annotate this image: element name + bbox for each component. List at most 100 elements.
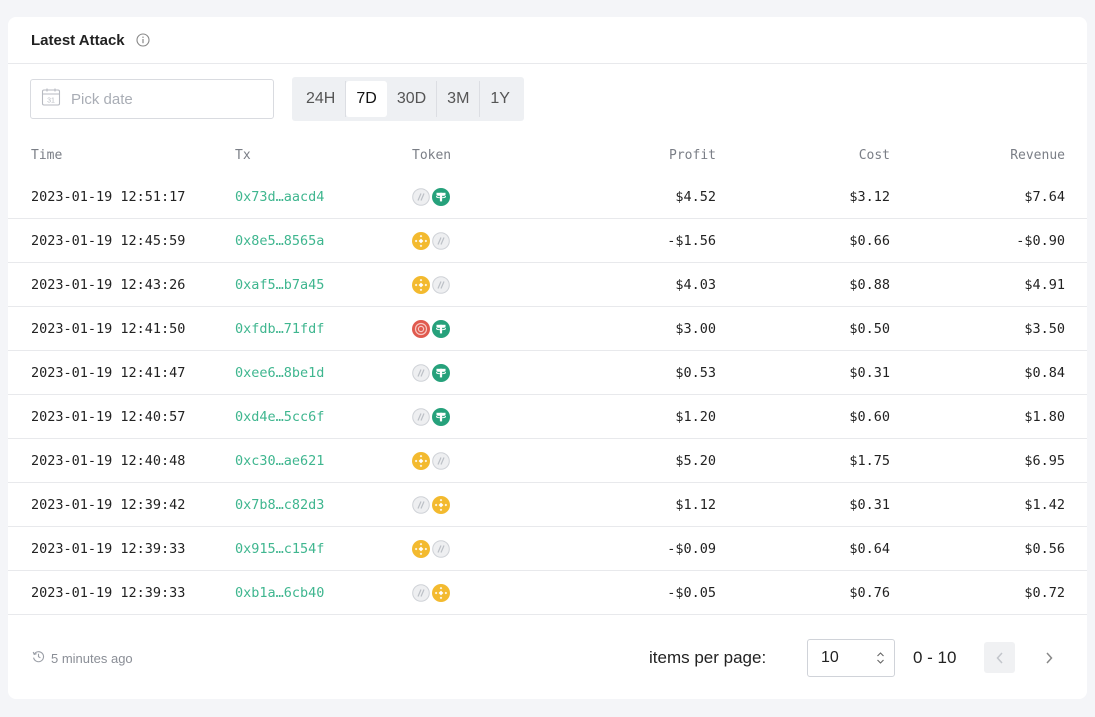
chevron-right-icon (1045, 651, 1053, 664)
cell-cost: $0.66 (849, 232, 890, 249)
page-range: 0 - 10 (913, 648, 957, 667)
cell-tx-link[interactable]: 0xc30…ae621 (235, 453, 412, 469)
table-row: 2023-01-19 12:39:33 0x915…c154f -$0.09 $0.6… (8, 527, 1087, 571)
calendar-day: 31 (47, 97, 55, 104)
updated-text: 5 minutes ago (51, 650, 133, 666)
cell-cost: $0.31 (849, 496, 890, 513)
token-generic-icon (412, 407, 430, 426)
range-1y-button[interactable]: 1Y (480, 81, 520, 117)
token-generic-icon (432, 275, 450, 294)
info-icon[interactable] (136, 33, 150, 47)
cell-tx-link[interactable]: 0x73d…aacd4 (235, 189, 412, 205)
cell-time: 2023-01-19 12:41:47 (31, 364, 186, 381)
latest-attack-card: Latest Attack 31 24H 7D 30D 3M 1Y Time T… (8, 17, 1087, 699)
cell-revenue: -$0.90 (1016, 232, 1065, 249)
usdt-icon (432, 187, 450, 206)
usdt-icon (432, 407, 450, 426)
col-cost: Cost (858, 147, 890, 163)
table-header: Time Tx Token Profit Cost Revenue (8, 135, 1087, 175)
bnb-icon (412, 231, 430, 250)
date-picker[interactable]: 31 (30, 79, 274, 119)
cell-tokens (412, 319, 532, 338)
table-row: 2023-01-19 12:39:42 0x7b8…c82d3 $1.12 $0.31… (8, 483, 1087, 527)
attack-table: Time Tx Token Profit Cost Revenue 2023-0… (8, 135, 1087, 615)
cell-time: 2023-01-19 12:39:42 (31, 496, 186, 513)
cell-cost: $0.60 (849, 408, 890, 425)
prev-page-button[interactable] (984, 642, 1015, 673)
table-row: 2023-01-19 12:39:33 0xb1a…6cb40 -$0.05 $0.7… (8, 571, 1087, 615)
cell-time: 2023-01-19 12:41:50 (31, 320, 186, 337)
cell-time: 2023-01-19 12:39:33 (31, 584, 186, 601)
filter-controls: 31 24H 7D 30D 3M 1Y (30, 77, 524, 121)
cell-revenue: $6.95 (1024, 452, 1065, 469)
items-per-page-label: items per page: (649, 648, 767, 667)
cell-cost: $0.50 (849, 320, 890, 337)
col-time: Time (31, 147, 63, 163)
cell-revenue: $0.72 (1024, 584, 1065, 601)
next-page-button[interactable] (1033, 642, 1064, 673)
col-revenue: Revenue (1010, 147, 1065, 163)
cell-tx-link[interactable]: 0x915…c154f (235, 541, 412, 557)
cell-revenue: $0.84 (1024, 364, 1065, 381)
chevron-left-icon (995, 651, 1003, 664)
cell-profit: $4.52 (675, 188, 716, 205)
cell-tx-link[interactable]: 0xb1a…6cb40 (235, 585, 412, 601)
cell-tokens (412, 231, 532, 250)
date-input[interactable] (71, 90, 261, 108)
usdt-icon (432, 319, 450, 338)
cell-profit: $1.12 (675, 496, 716, 513)
cell-tx-link[interactable]: 0x7b8…c82d3 (235, 497, 412, 513)
cell-profit: -$0.09 (667, 540, 716, 557)
time-range-selector: 24H 7D 30D 3M 1Y (292, 77, 524, 121)
cell-tokens (412, 275, 532, 294)
cell-cost: $0.88 (849, 276, 890, 293)
range-3m-button[interactable]: 3M (437, 81, 481, 117)
table-footer: 5 minutes ago items per page: 10 0 - 10 (8, 620, 1087, 699)
cell-revenue: $4.91 (1024, 276, 1065, 293)
cell-profit: $4.03 (675, 276, 716, 293)
items-per-page-select[interactable]: 10 (807, 639, 895, 677)
cell-revenue: $3.50 (1024, 320, 1065, 337)
cell-revenue: $0.56 (1024, 540, 1065, 557)
cell-tokens (412, 407, 532, 426)
cell-tx-link[interactable]: 0xee6…8be1d (235, 365, 412, 381)
cell-profit: $1.20 (675, 408, 716, 425)
bnb-icon (412, 539, 430, 558)
token-generic-icon (412, 583, 430, 602)
cell-tx-link[interactable]: 0x8e5…8565a (235, 233, 412, 249)
bnb-icon (432, 583, 450, 602)
cell-cost: $3.12 (849, 188, 890, 205)
cell-time: 2023-01-19 12:43:26 (31, 276, 186, 293)
table-row: 2023-01-19 12:45:59 0x8e5…8565a -$1.56 $0.6… (8, 219, 1087, 263)
range-24h-button[interactable]: 24H (296, 81, 347, 117)
bnb-icon (412, 275, 430, 294)
cell-tx-link[interactable]: 0xd4e…5cc6f (235, 409, 412, 425)
col-profit: Profit (669, 147, 716, 163)
items-per-page-value: 10 (821, 649, 839, 666)
cell-time: 2023-01-19 12:40:57 (31, 408, 186, 425)
cell-tokens (412, 583, 532, 602)
cell-tokens (412, 187, 532, 206)
calendar-icon: 31 (41, 87, 61, 112)
token-generic-icon (412, 363, 430, 382)
cell-tx-link[interactable]: 0xfdb…71fdf (235, 321, 412, 337)
bnb-icon (432, 495, 450, 514)
cell-revenue: $7.64 (1024, 188, 1065, 205)
range-30d-button[interactable]: 30D (387, 81, 438, 117)
cell-tokens (412, 495, 532, 514)
table-row: 2023-01-19 12:41:50 0xfdb…71fdf $3.00 $0.50… (8, 307, 1087, 351)
range-7d-button[interactable]: 7D (346, 81, 387, 117)
col-token: Token (412, 147, 452, 163)
cell-profit: $5.20 (675, 452, 716, 469)
cell-cost: $0.64 (849, 540, 890, 557)
cell-tokens (412, 451, 532, 470)
token-generic-icon (412, 495, 430, 514)
cell-time: 2023-01-19 12:51:17 (31, 188, 186, 205)
table-body: 2023-01-19 12:51:17 0x73d…aacd4 $4.52 $3.12… (8, 175, 1087, 615)
token-generic-icon (432, 539, 450, 558)
card-header: Latest Attack (8, 17, 1087, 64)
cell-tokens (412, 363, 532, 382)
cell-tx-link[interactable]: 0xaf5…b7a45 (235, 277, 412, 293)
usdt-icon (432, 363, 450, 382)
card-title: Latest Attack (31, 31, 125, 49)
